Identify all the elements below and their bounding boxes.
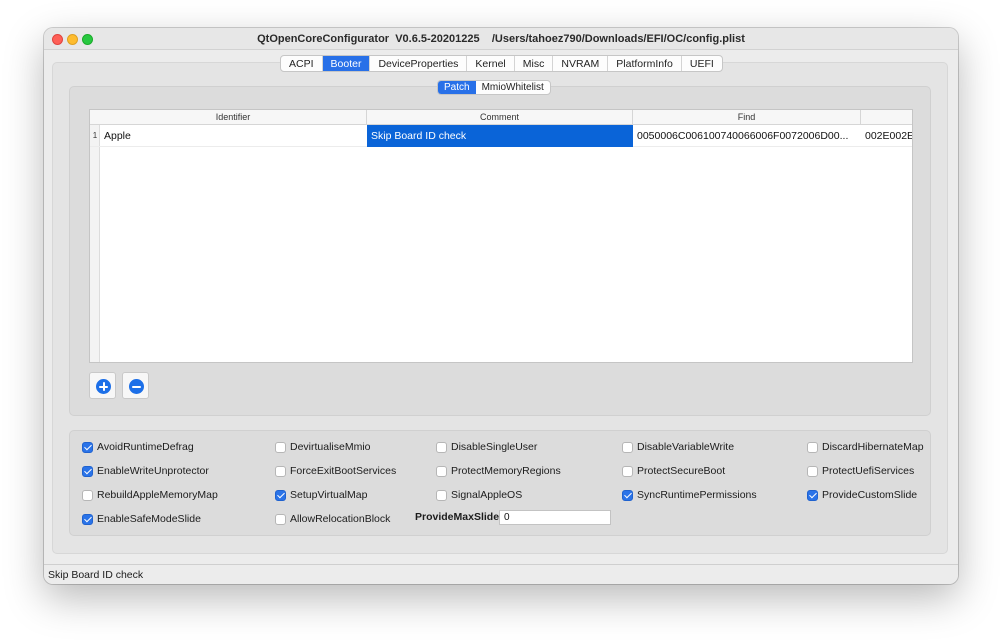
table-row[interactable]: 1 Apple Skip Board ID check 0050006C0061… (90, 125, 912, 147)
sub-tab-bar: Patch MmioWhitelist (437, 80, 551, 95)
row-number-column (90, 110, 100, 362)
checkbox-setupvirtualmap[interactable]: SetupVirtualMap (275, 489, 367, 501)
checkbox-checked[interactable] (275, 489, 286, 501)
plus-circle-icon (96, 379, 111, 394)
checkbox-discardhibernatemap[interactable]: DiscardHibernateMap (807, 441, 924, 453)
checkbox-unchecked[interactable] (807, 465, 818, 477)
checkbox-enablewriteunprotector[interactable]: EnableWriteUnprotector (82, 465, 209, 477)
provide-max-slide-label: ProvideMaxSlide (415, 511, 500, 523)
remove-row-button[interactable] (122, 372, 149, 399)
title-bar[interactable]: QtOpenCoreConfigurator V0.6.5-20201225 /… (44, 28, 958, 50)
tab-acpi[interactable]: ACPI (281, 56, 323, 71)
column-header-identifier[interactable]: Identifier (100, 110, 367, 125)
tab-misc[interactable]: Misc (515, 56, 554, 71)
checkbox-unchecked[interactable] (275, 513, 286, 525)
provide-max-slide-input[interactable]: 0 (499, 510, 611, 525)
checkbox-forceexitbootservices[interactable]: ForceExitBootServices (275, 465, 396, 477)
checkbox-checked[interactable] (807, 489, 818, 501)
window-title: QtOpenCoreConfigurator V0.6.5-20201225 /… (257, 33, 745, 45)
tab-platforminfo[interactable]: PlatformInfo (608, 56, 682, 71)
subtab-mmiowhitelist[interactable]: MmioWhitelist (476, 81, 550, 94)
checkbox-protectuefiservices[interactable]: ProtectUefiServices (807, 465, 914, 477)
checkbox-unchecked[interactable] (275, 441, 286, 453)
column-header-replace[interactable] (861, 110, 912, 125)
main-tab-bar: ACPI Booter DeviceProperties Kernel Misc… (280, 55, 723, 72)
checkbox-disablevariablewrite[interactable]: DisableVariableWrite (622, 441, 734, 453)
checkbox-protectsecureboot[interactable]: ProtectSecureBoot (622, 465, 725, 477)
checkbox-disablesingleuser[interactable]: DisableSingleUser (436, 441, 537, 453)
cell-find[interactable]: 0050006C006100740066006F0072006D00... (633, 125, 861, 147)
patch-table[interactable]: Identifier Comment Find 1 Apple Skip Boa… (89, 109, 913, 363)
app-window: QtOpenCoreConfigurator V0.6.5-20201225 /… (44, 28, 958, 584)
checkbox-unchecked[interactable] (436, 489, 447, 501)
tab-booter[interactable]: Booter (322, 56, 371, 71)
cell-comment[interactable]: Skip Board ID check (367, 125, 633, 147)
checkbox-unchecked[interactable] (82, 489, 93, 501)
add-row-button[interactable] (89, 372, 116, 399)
checkbox-checked[interactable] (82, 441, 93, 453)
checkbox-avoidruntimedefrag[interactable]: AvoidRuntimeDefrag (82, 441, 194, 453)
table-header: Identifier Comment Find (90, 110, 912, 125)
checkbox-checked[interactable] (82, 465, 93, 477)
cell-replace[interactable]: 002E002E (861, 125, 912, 147)
checkbox-devirtualisemmio[interactable]: DevirtualiseMmio (275, 441, 371, 453)
checkbox-enablesafemodeslide[interactable]: EnableSafeModeSlide (82, 513, 201, 525)
tab-uefi[interactable]: UEFI (682, 56, 722, 71)
tab-kernel[interactable]: Kernel (467, 56, 515, 71)
checkbox-providecustomslide[interactable]: ProvideCustomSlide (807, 489, 917, 501)
checkbox-syncruntimepermissions[interactable]: SyncRuntimePermissions (622, 489, 757, 501)
column-header-comment[interactable]: Comment (367, 110, 633, 125)
checkbox-checked[interactable] (622, 489, 633, 501)
checkbox-rebuildapplememorymap[interactable]: RebuildAppleMemoryMap (82, 489, 218, 501)
minus-circle-icon (129, 379, 144, 394)
checkbox-unchecked[interactable] (622, 441, 633, 453)
checkbox-checked[interactable] (82, 513, 93, 525)
checkbox-unchecked[interactable] (436, 465, 447, 477)
status-text: Skip Board ID check (48, 569, 144, 581)
column-header-find[interactable]: Find (633, 110, 861, 125)
tab-deviceproperties[interactable]: DeviceProperties (370, 56, 468, 71)
checkbox-allowrelocationblock[interactable]: AllowRelocationBlock (275, 513, 390, 525)
cell-identifier[interactable]: Apple (100, 125, 367, 147)
checkbox-unchecked[interactable] (275, 465, 286, 477)
tab-nvram[interactable]: NVRAM (553, 56, 609, 71)
subtab-patch[interactable]: Patch (438, 81, 476, 94)
checkbox-signalappleos[interactable]: SignalAppleOS (436, 489, 522, 501)
desktop: QtOpenCoreConfigurator V0.6.5-20201225 /… (0, 0, 1000, 641)
checkbox-unchecked[interactable] (436, 441, 447, 453)
checkbox-unchecked[interactable] (622, 465, 633, 477)
checkbox-protectmemoryregions[interactable]: ProtectMemoryRegions (436, 465, 561, 477)
checkbox-unchecked[interactable] (807, 441, 818, 453)
status-bar: Skip Board ID check (44, 564, 958, 584)
row-number: 1 (92, 131, 98, 140)
